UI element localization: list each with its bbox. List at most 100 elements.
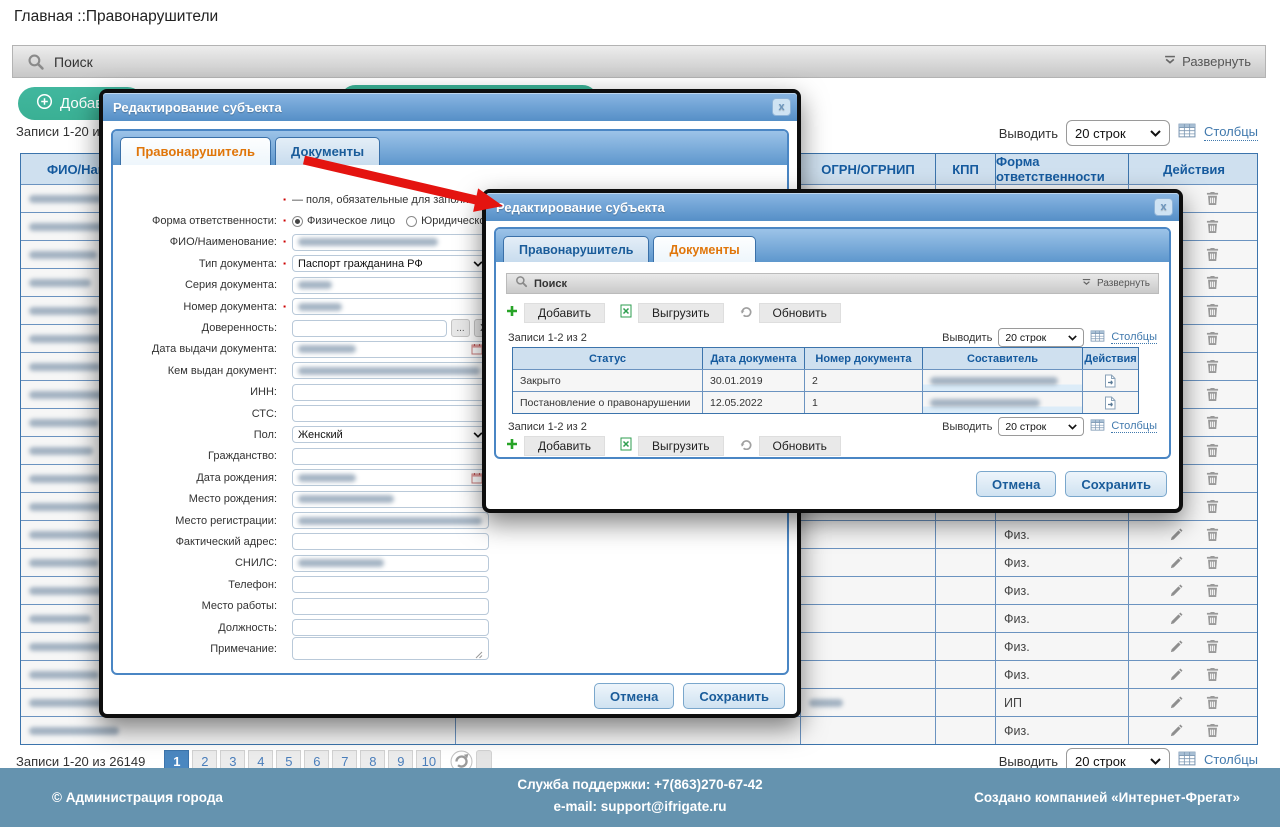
columns-link[interactable]: Столбцы — [1204, 125, 1258, 140]
delete-button[interactable] — [1206, 583, 1219, 598]
save-button[interactable]: Сохранить — [683, 683, 785, 709]
delete-button[interactable] — [1206, 527, 1219, 542]
delete-button[interactable] — [1206, 611, 1219, 626]
delete-button[interactable] — [1206, 443, 1219, 458]
delete-button[interactable] — [1206, 639, 1219, 654]
text-input[interactable] — [292, 512, 489, 529]
select-input[interactable]: Паспорт гражданина РФ — [292, 255, 489, 272]
text-input[interactable] — [292, 384, 489, 401]
cell-kpp — [936, 521, 996, 548]
delete-button[interactable] — [1206, 359, 1219, 374]
rows-per-page-select[interactable]: 20 строк — [998, 417, 1084, 436]
export-button[interactable]: Выгрузить — [620, 436, 724, 456]
docs-header-0[interactable]: Статус — [513, 348, 703, 369]
text-input[interactable] — [292, 405, 489, 422]
refresh-icon — [739, 304, 753, 322]
text-input[interactable] — [292, 555, 489, 572]
delete-button[interactable] — [1206, 219, 1219, 234]
dialog-title-bar[interactable]: Редактирование субъекта x — [486, 193, 1179, 221]
delete-button[interactable] — [1206, 667, 1219, 682]
docs-header-3[interactable]: Составитель — [923, 348, 1083, 369]
docs-header-1[interactable]: Дата документа — [703, 348, 805, 369]
rows-per-page-select[interactable]: 20 строк — [998, 328, 1084, 347]
delete-button[interactable] — [1206, 415, 1219, 430]
edit-button[interactable] — [1169, 695, 1184, 710]
cell-form: Физ. — [996, 577, 1129, 604]
columns-link[interactable]: Столбцы — [1204, 753, 1258, 768]
open-document-button[interactable] — [1104, 374, 1117, 388]
delete-button[interactable] — [1206, 387, 1219, 402]
notes-textarea[interactable] — [292, 637, 489, 660]
add-document-button[interactable]: Добавить — [506, 436, 605, 456]
tab-offender[interactable]: Правонарушитель — [503, 236, 649, 262]
browse-button[interactable]: ... — [451, 319, 470, 337]
tab-documents[interactable]: Документы — [653, 236, 755, 262]
delete-button[interactable] — [1206, 723, 1219, 738]
header-ogrn[interactable]: ОГРН/ОГРНИП — [801, 154, 936, 184]
delete-button[interactable] — [1206, 275, 1219, 290]
close-button[interactable]: x — [772, 98, 791, 116]
refresh-button[interactable]: Обновить — [739, 436, 841, 456]
delete-button[interactable] — [1206, 695, 1219, 710]
edit-button[interactable] — [1169, 527, 1184, 542]
edit-button[interactable] — [1169, 639, 1184, 654]
delete-button[interactable] — [1206, 471, 1219, 486]
edit-button[interactable] — [1169, 583, 1184, 598]
date-input[interactable] — [292, 341, 489, 358]
text-input[interactable] — [292, 448, 489, 465]
text-input[interactable] — [292, 277, 489, 294]
delete-button[interactable] — [1206, 191, 1219, 206]
delete-button[interactable] — [1206, 555, 1219, 570]
edit-button[interactable] — [1169, 555, 1184, 570]
documents-search-bar[interactable]: Поиск Развернуть — [506, 273, 1159, 294]
tab-offender[interactable]: Правонарушитель — [120, 137, 271, 165]
dialog-title-bar[interactable]: Редактирование субъекта x — [103, 93, 797, 121]
text-input[interactable] — [292, 491, 489, 508]
delete-button[interactable] — [1206, 499, 1219, 514]
breadcrumb[interactable]: Главная ::Правонарушители — [14, 8, 218, 26]
search-bar[interactable]: Поиск Развернуть — [12, 45, 1266, 78]
field-label: ФИО/Наименование: — [117, 236, 277, 248]
export-button[interactable]: Выгрузить — [620, 303, 724, 323]
cancel-button[interactable]: Отмена — [594, 683, 674, 709]
text-input[interactable] — [292, 234, 489, 251]
field-label: Номер документа: — [117, 301, 277, 313]
rows-per-page-select[interactable]: 20 строк — [1066, 120, 1170, 146]
text-input[interactable] — [292, 298, 489, 315]
cell-actions — [1129, 605, 1259, 632]
delete-button[interactable] — [1206, 247, 1219, 262]
edit-button[interactable] — [1169, 667, 1184, 682]
text-input[interactable] — [292, 533, 489, 550]
cancel-button[interactable]: Отмена — [976, 471, 1056, 497]
header-actions: Действия — [1129, 154, 1259, 184]
select-input[interactable]: Женский — [292, 426, 489, 443]
date-input[interactable] — [292, 469, 489, 486]
text-input[interactable] — [292, 362, 489, 379]
refresh-button[interactable]: Обновить — [739, 303, 841, 323]
text-input[interactable] — [292, 598, 489, 615]
radio-input[interactable] — [292, 216, 303, 227]
add-document-button[interactable]: Добавить — [506, 303, 605, 323]
open-document-button[interactable] — [1104, 396, 1117, 410]
edit-button[interactable] — [1169, 611, 1184, 626]
delete-button[interactable] — [1206, 331, 1219, 346]
header-kpp[interactable]: КПП — [936, 154, 996, 184]
docs-header-2[interactable]: Номер документа — [805, 348, 923, 369]
columns-link[interactable]: Столбцы — [1111, 331, 1157, 344]
columns-link[interactable]: Столбцы — [1111, 420, 1157, 433]
expand-button[interactable]: Развернуть — [1164, 54, 1251, 69]
radio-input[interactable] — [406, 216, 417, 227]
close-button[interactable]: x — [1154, 198, 1173, 216]
delete-button[interactable] — [1206, 303, 1219, 318]
save-button[interactable]: Сохранить — [1065, 471, 1167, 497]
docs-header-4[interactable]: Действия — [1083, 348, 1138, 369]
expand-button[interactable]: Развернуть — [1082, 278, 1150, 290]
tab-documents[interactable]: Документы — [275, 137, 380, 165]
edit-button[interactable] — [1169, 723, 1184, 738]
file-input[interactable] — [292, 320, 447, 337]
radio-option[interactable]: Физическое лицо — [292, 215, 395, 227]
header-form[interactable]: Форма ответственности — [996, 154, 1129, 184]
text-input[interactable] — [292, 619, 489, 636]
redacted-value — [298, 238, 438, 246]
text-input[interactable] — [292, 576, 489, 593]
